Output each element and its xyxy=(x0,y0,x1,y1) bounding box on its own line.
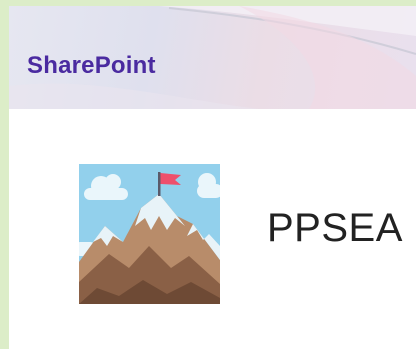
sharepoint-brand-link[interactable]: SharePoint xyxy=(27,52,156,80)
site-logo[interactable] xyxy=(73,164,223,304)
screen: { "header": { "brand": "SharePoint" }, "… xyxy=(0,0,416,349)
mountain-flag-icon xyxy=(73,164,223,304)
suite-header: SharePoint xyxy=(9,6,416,109)
site-title[interactable]: PPSEA xyxy=(267,206,403,251)
page-panel: SharePoint PPSEA xyxy=(9,6,416,349)
